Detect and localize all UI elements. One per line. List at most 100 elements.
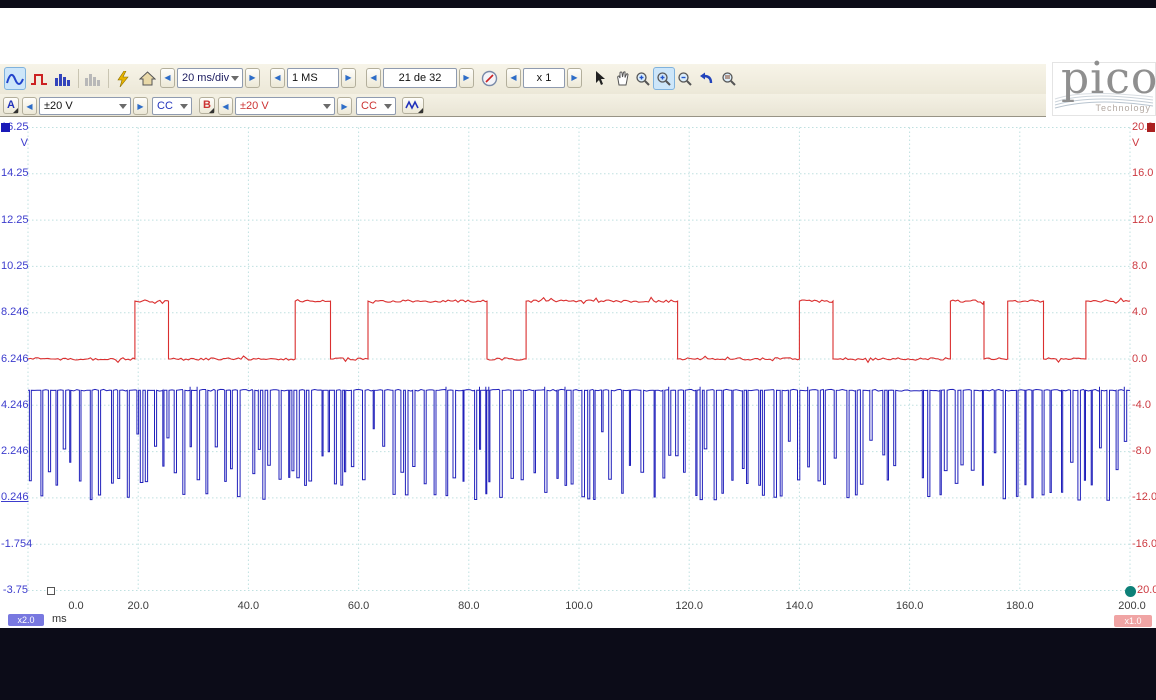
zoom-undo-tool-button[interactable]: [695, 67, 717, 90]
corner-expand-icon: [209, 108, 214, 113]
buffer-position-value: 21 de 32: [399, 72, 442, 84]
y-axis-label-left: 12.25: [1, 214, 28, 227]
channel-a-button[interactable]: A: [3, 97, 19, 114]
x-axis-label: 160.0: [888, 600, 932, 613]
zoom-next-button[interactable]: ▶: [567, 68, 582, 88]
zoom-full-icon: [721, 71, 737, 87]
corner-expand-icon: [418, 108, 423, 113]
channel-b-coupling-value: CC: [361, 100, 377, 112]
chevron-down-icon: [119, 104, 127, 109]
timebase-prev-button[interactable]: ◀: [160, 68, 175, 88]
samples-value: 1 MS: [292, 72, 318, 84]
spectrum-bars-icon: [54, 72, 72, 86]
pan-tool-button[interactable]: [611, 67, 633, 90]
chevron-down-icon: [384, 104, 392, 109]
zoom-factor-input[interactable]: x 1: [523, 68, 565, 88]
bottom-border-band: [0, 628, 1156, 700]
persistence-view-button[interactable]: [28, 67, 50, 90]
channel-a-range-prev[interactable]: ◀: [22, 97, 37, 115]
x-axis-label: 180.0: [998, 600, 1042, 613]
channel-b-button[interactable]: B: [199, 97, 215, 114]
y-axis-label-right: 4.0: [1132, 306, 1156, 319]
x-axis-label: 80.0: [447, 600, 491, 613]
sine-wave-icon: [6, 72, 24, 86]
y-axis-label-right: -12.0: [1132, 491, 1156, 504]
lightning-icon: [116, 71, 130, 87]
y-axis-label-left: 4.246: [1, 399, 28, 412]
timebase-select[interactable]: 20 ms/div: [177, 68, 243, 88]
channel-a-scale-badge: x1.0: [1114, 615, 1152, 627]
channel-a-range-select[interactable]: ±20 V: [39, 97, 131, 115]
spectrum-view-button[interactable]: [52, 67, 74, 90]
chevron-down-icon: [180, 104, 188, 109]
x-axis-label: 60.0: [337, 600, 381, 613]
home-icon: [139, 71, 156, 86]
channel-b-range-next[interactable]: ▶: [337, 97, 352, 115]
pointer-tool-button[interactable]: [590, 67, 612, 90]
toolbar-separator: [108, 69, 109, 88]
y-axis-label-right: -8.0: [1132, 445, 1156, 458]
samples-next-button[interactable]: ▶: [341, 68, 356, 88]
waveform-chart: [0, 118, 1156, 628]
signal-generator-button[interactable]: [402, 97, 424, 114]
buffer-prev-button[interactable]: ◀: [366, 68, 381, 88]
channels-toolbar: A ◀ ±20 V ▶ CC B ◀ ±20 V ▶ CC: [0, 94, 1046, 117]
x-axis-label: 200.0: [1110, 600, 1154, 613]
timebase-value: 20 ms/div: [182, 72, 229, 84]
persistence-disabled-button[interactable]: [82, 67, 104, 90]
buffer-overview-button[interactable]: [478, 67, 500, 90]
y-axis-label-right: 16.0: [1132, 167, 1156, 180]
x-axis-label: 100.0: [557, 600, 601, 613]
channel-b-range-select[interactable]: ±20 V: [235, 97, 335, 115]
x-axis-label: 40.0: [226, 600, 270, 613]
timebase-next-button[interactable]: ▶: [245, 68, 260, 88]
y-axis-label-right: 0.0: [1132, 353, 1156, 366]
y-axis-label-left: -1.754: [1, 538, 28, 551]
y-axis-label-right: 8.0: [1132, 260, 1156, 273]
x-axis-label: 140.0: [777, 600, 821, 613]
zoom-full-tool-button[interactable]: [718, 67, 740, 90]
channel-b-range-value: ±20 V: [240, 100, 269, 112]
channel-a-axis-marker[interactable]: [1147, 123, 1155, 132]
channel-b-axis-marker[interactable]: [1, 123, 10, 132]
y-axis-unit-right: V: [1132, 137, 1156, 150]
channel-a-coupling-select[interactable]: CC: [152, 97, 192, 115]
x-axis-label: 120.0: [667, 600, 711, 613]
y-axis-label-right: 20.0: [1137, 584, 1156, 597]
chevron-down-icon: [231, 76, 239, 81]
y-axis-label-left: 14.25: [1, 167, 28, 180]
logo-subtext: Technology: [1095, 103, 1151, 113]
y-axis-label-right: 12.0: [1132, 214, 1156, 227]
channel-a-coupling-value: CC: [157, 100, 173, 112]
x-axis-label: 20.0: [116, 600, 160, 613]
samples-prev-button[interactable]: ◀: [270, 68, 285, 88]
channel-b-ground-marker[interactable]: [47, 587, 55, 595]
zoom-out-icon: [677, 71, 693, 87]
channel-a-range-value: ±20 V: [44, 100, 73, 112]
gray-bars-icon: [84, 72, 102, 86]
auto-setup-button[interactable]: [112, 67, 134, 90]
samples-input[interactable]: 1 MS: [287, 68, 339, 88]
zoom-prev-button[interactable]: ◀: [506, 68, 521, 88]
home-button[interactable]: [136, 67, 158, 90]
top-border-band: [0, 0, 1156, 8]
y-axis-label-right: -16.0: [1132, 538, 1156, 551]
scope-view-button[interactable]: [4, 67, 26, 90]
scope-plot-area[interactable]: [0, 118, 1156, 628]
zoom-out-tool-button[interactable]: [674, 67, 696, 90]
corner-expand-icon: [13, 108, 18, 113]
channel-a-ground-dot[interactable]: [1125, 586, 1136, 597]
channel-b-coupling-select[interactable]: CC: [356, 97, 396, 115]
y-axis-label-left: 0.246: [1, 491, 28, 504]
pointer-icon: [595, 71, 607, 86]
channel-b-range-prev[interactable]: ◀: [218, 97, 233, 115]
y-axis-label-left: 6.246: [1, 353, 28, 366]
picoscope-window: ◀ 20 ms/div ▶ ◀ 1 MS ▶ ◀ 21 de 32 ▶ ◀ x …: [0, 0, 1156, 700]
buffer-next-button[interactable]: ▶: [459, 68, 474, 88]
zoom-in-tool-button[interactable]: [632, 67, 654, 90]
zoom-window-tool-button[interactable]: [653, 67, 675, 90]
channel-a-range-next[interactable]: ▶: [133, 97, 148, 115]
y-axis-label-right: -4.0: [1132, 399, 1156, 412]
zoom-window-icon: [656, 71, 672, 87]
buffer-position-input[interactable]: 21 de 32: [383, 68, 457, 88]
